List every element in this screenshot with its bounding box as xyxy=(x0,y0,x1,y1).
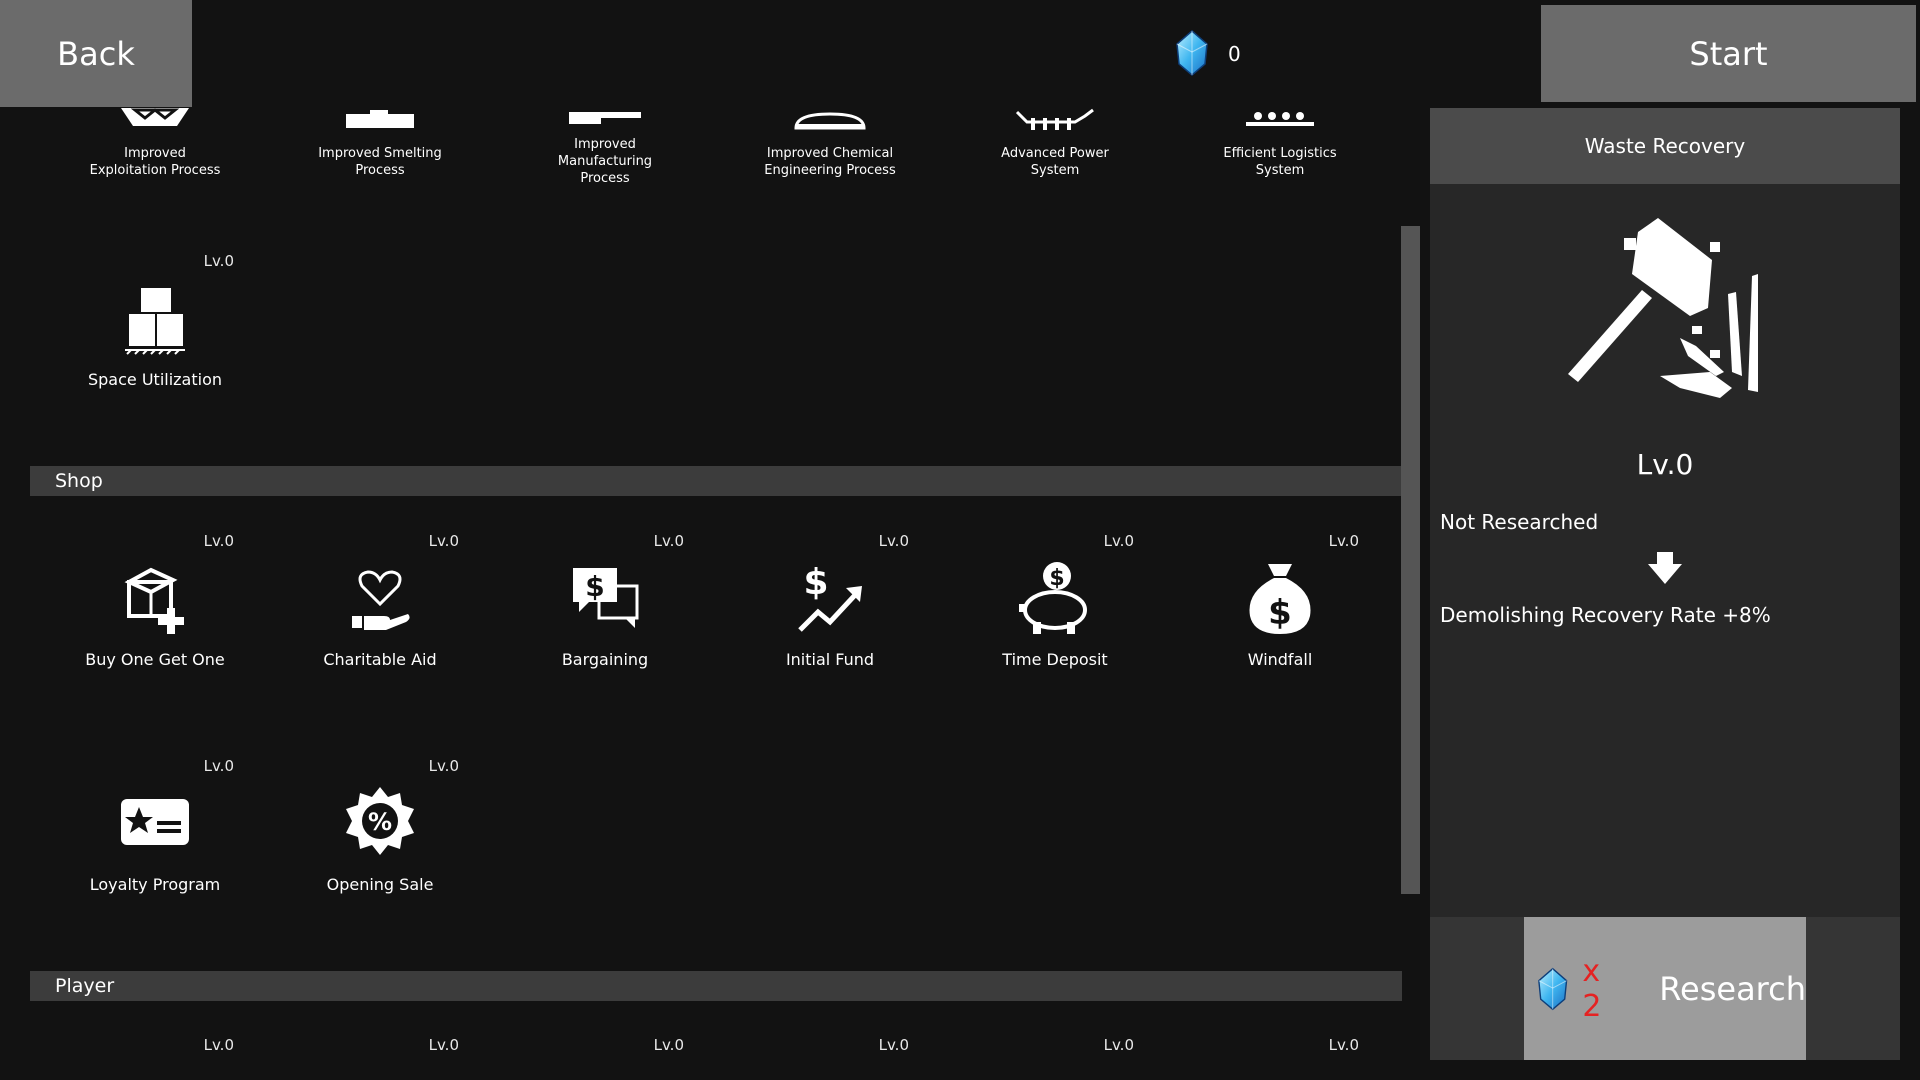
skill-name-line: System xyxy=(1255,163,1305,178)
skill-name-line: Exploitation Process xyxy=(89,163,221,178)
skill-name: Improved Smelting Process xyxy=(285,145,475,179)
skill-name: Improved Manufacturing Process xyxy=(510,136,700,187)
player-skill-1[interactable]: Lv.0 xyxy=(285,1036,475,1060)
skill-name: Loyalty Program xyxy=(89,875,221,894)
skill-name: Improved Exploitation Process xyxy=(60,145,250,179)
skill-name-line: Improved Smelting xyxy=(318,146,442,161)
research-cost: x 2 xyxy=(1582,953,1602,1024)
skill-level: Lv.0 xyxy=(203,1036,234,1054)
skill-top-icon xyxy=(346,110,414,128)
skill-name-line: System xyxy=(1030,163,1080,178)
sale-badge-icon: % xyxy=(346,787,414,855)
research-label: Research xyxy=(1659,969,1806,1008)
skill-name-line: Improved Chemical xyxy=(766,146,894,161)
skill-name: Improved Chemical Engineering Process xyxy=(735,145,925,179)
player-skill-3[interactable]: Lv.0 xyxy=(735,1036,925,1060)
piggy-bank-icon: $ xyxy=(1019,562,1087,634)
skill-top-icon xyxy=(121,108,189,126)
speech-dollar-icon: $ xyxy=(573,568,639,628)
skill-opening-sale[interactable]: Lv.0% Opening Sale xyxy=(285,757,475,927)
skill-name: Advanced Power System xyxy=(960,145,1150,179)
skill-name-line: Process xyxy=(580,171,630,186)
skill-name: Opening Sale xyxy=(326,875,434,894)
detail-effect: Demolishing Recovery Rate +8% xyxy=(1440,603,1771,627)
money-bag-icon: $ xyxy=(1249,564,1311,634)
player-skill-0[interactable]: Lv.0 xyxy=(60,1036,250,1060)
skill-bargaining[interactable]: Lv.0 $ Bargaining xyxy=(510,532,700,702)
dollar-chart-icon: $ xyxy=(798,562,862,632)
skill-name: Initial Fund xyxy=(785,650,875,669)
skill-level: Lv.0 xyxy=(1328,532,1359,550)
skill-name-line: Manufacturing xyxy=(557,154,653,169)
skill-level: Lv.0 xyxy=(1103,532,1134,550)
skill-top-icon xyxy=(1015,108,1094,130)
skill-name-line: Improved xyxy=(124,146,186,161)
detail-title: Waste Recovery xyxy=(1430,108,1900,184)
arrow-down-icon xyxy=(1648,552,1682,584)
skill-level: Lv.0 xyxy=(203,532,234,550)
skill-name: Charitable Aid xyxy=(323,650,437,669)
player-skill-2[interactable]: Lv.0 xyxy=(510,1036,700,1060)
gem-icon xyxy=(1538,967,1568,1010)
skill-name: Buy One Get One xyxy=(85,650,225,669)
skill-buy-one-get-one[interactable]: Lv.0 Buy One Get One xyxy=(60,532,250,702)
scrollbar[interactable] xyxy=(1401,226,1420,894)
skill-level: Lv.0 xyxy=(878,1036,909,1054)
player-skill-5[interactable]: Lv.0 xyxy=(1185,1036,1375,1060)
svg-text:$: $ xyxy=(1049,566,1064,591)
skill-level: Lv.0 xyxy=(428,1036,459,1054)
skill-initial-fund[interactable]: Lv.0 $ Initial Fund xyxy=(735,532,925,702)
skill-name-line: Improved xyxy=(574,137,636,152)
loyalty-card-icon xyxy=(121,799,189,845)
skill-name-line: Advanced Power xyxy=(1001,146,1109,161)
skill-level: Lv.0 xyxy=(428,757,459,775)
gem-count: 0 xyxy=(1228,42,1241,66)
skill-level: Lv.0 xyxy=(653,1036,684,1054)
skill-name-line: Efficient Logistics xyxy=(1223,146,1337,161)
skill-level: Lv.0 xyxy=(203,757,234,775)
skill-name: Bargaining xyxy=(561,650,649,669)
box-plus-icon xyxy=(124,567,184,634)
svg-text:%: % xyxy=(368,808,392,836)
skill-level: Lv.0 xyxy=(203,252,234,270)
heart-hand-icon xyxy=(352,570,410,630)
skill-level: Lv.0 xyxy=(1328,1036,1359,1054)
skill-name-line: Engineering Process xyxy=(764,163,896,178)
skill-windfall[interactable]: Lv.0 $ Windfall xyxy=(1185,532,1375,702)
skill-level: Lv.0 xyxy=(653,532,684,550)
player-skill-4[interactable]: Lv.0 xyxy=(960,1036,1150,1060)
skill-loyalty-program[interactable]: Lv.0 Loyalty Program xyxy=(60,757,250,927)
skill-level: Lv.0 xyxy=(878,532,909,550)
detail-level: Lv.0 xyxy=(1636,448,1694,481)
research-button[interactable]: x 2 Research xyxy=(1524,917,1806,1060)
skill-time-deposit[interactable]: Lv.0 $ Time Deposit xyxy=(960,532,1150,702)
svg-text:$: $ xyxy=(1268,593,1292,633)
crates-icon xyxy=(125,288,185,355)
category-shop: Shop xyxy=(30,466,1402,496)
detail-status: Not Researched xyxy=(1440,510,1599,534)
skill-name-line: Process xyxy=(355,163,405,178)
skill-level: Lv.0 xyxy=(1103,1036,1134,1054)
back-button[interactable]: Back xyxy=(0,0,192,107)
skill-top-icon xyxy=(1246,112,1314,126)
skill-level: Lv.0 xyxy=(428,532,459,550)
skill-top-icon xyxy=(569,112,641,124)
skill-name: Time Deposit xyxy=(1002,650,1108,669)
skill-charitable-aid[interactable]: Lv.0 Charitable Aid xyxy=(285,532,475,702)
skill-name: Space Utilization xyxy=(87,370,222,389)
gem-icon xyxy=(1176,30,1208,76)
skill-name: Windfall xyxy=(1247,650,1313,669)
skill-top-icon xyxy=(794,112,866,130)
category-player: Player xyxy=(30,971,1402,1001)
svg-text:$: $ xyxy=(803,562,828,603)
start-button[interactable]: Start xyxy=(1541,5,1916,102)
svg-text:$: $ xyxy=(585,570,604,603)
skill-name: Efficient Logistics System xyxy=(1185,145,1375,179)
hammer-icon xyxy=(1568,218,1758,398)
skill-space-utilization[interactable]: Lv.0 Space Utilization xyxy=(60,252,250,422)
